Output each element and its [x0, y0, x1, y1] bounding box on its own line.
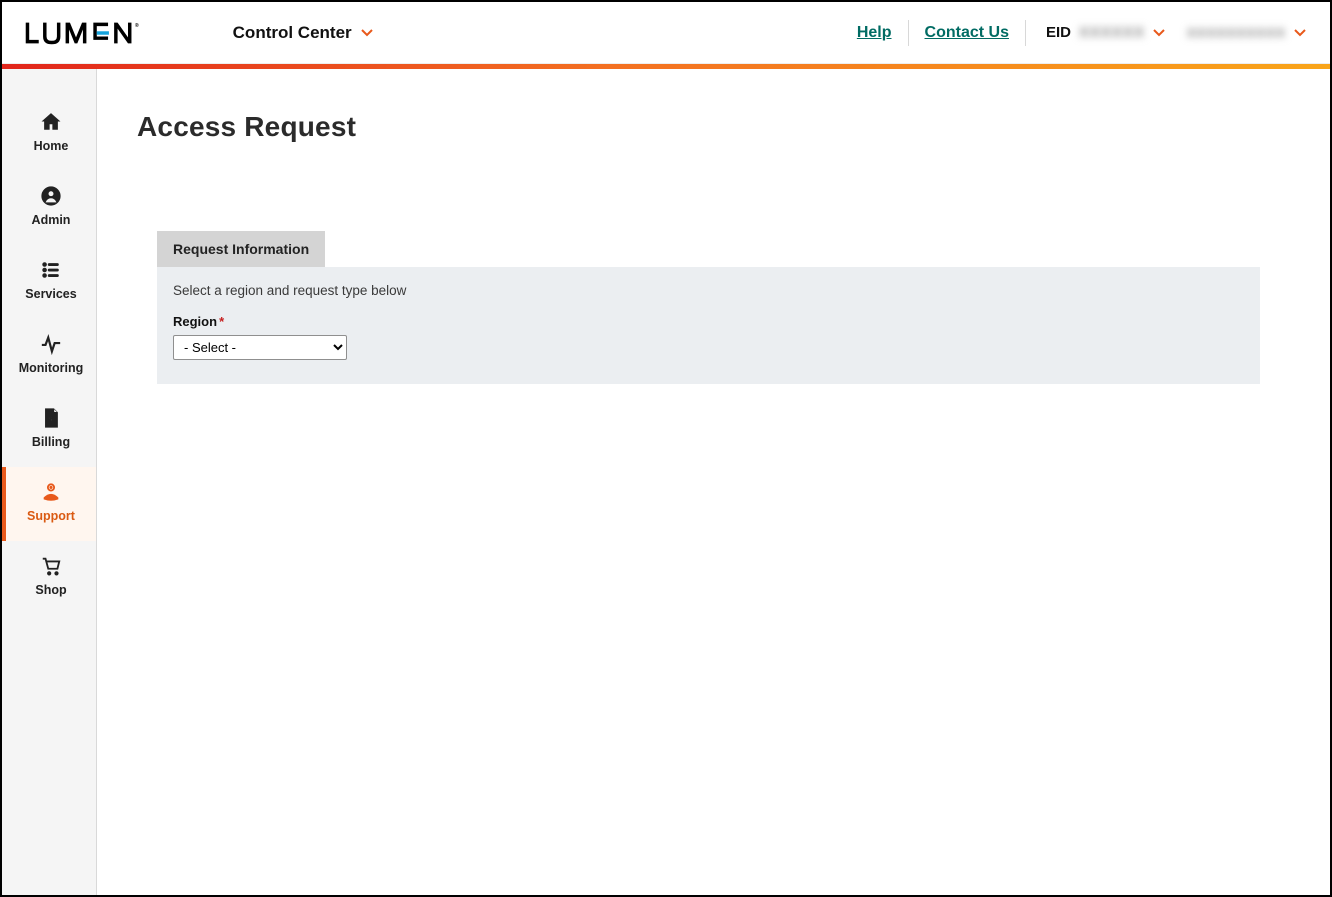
sidebar-item-label: Home	[34, 139, 69, 153]
form-panel-wrap: Request Information Select a region and …	[137, 231, 1290, 384]
sidebar-item-monitoring[interactable]: Monitoring	[2, 319, 96, 393]
sidebar-item-billing[interactable]: $≡ Billing	[2, 393, 96, 467]
sidebar-item-admin[interactable]: Admin	[2, 171, 96, 245]
sidebar-item-home[interactable]: Home	[2, 97, 96, 171]
sidebar-item-label: Shop	[35, 583, 66, 597]
required-marker: *	[219, 314, 224, 329]
sidebar-item-label: Services	[25, 287, 76, 301]
chevron-down-icon	[1294, 29, 1306, 37]
header-links: Help Contact Us EID XXXXXX xxxxxxxxxx	[841, 20, 1306, 46]
help-link[interactable]: Help	[841, 24, 908, 42]
region-select[interactable]: - Select -	[173, 335, 347, 360]
sidebar-item-label: Billing	[32, 435, 70, 449]
app-header: ® Control Center Help Contact Us EID XXX…	[2, 2, 1330, 64]
eid-prefix: EID	[1046, 24, 1071, 41]
region-label-text: Region	[173, 314, 217, 329]
workspace-switcher[interactable]: Control Center	[233, 23, 373, 43]
svg-text:®: ®	[135, 21, 142, 28]
user-circle-icon	[40, 185, 62, 207]
list-icon	[40, 259, 62, 281]
contact-us-link[interactable]: Contact Us	[909, 24, 1025, 42]
support-hand-icon	[40, 481, 62, 503]
page-content: Access Request Request Information Selec…	[97, 69, 1330, 895]
workspace-switcher-label: Control Center	[233, 23, 352, 43]
sidebar-item-label: Monitoring	[19, 361, 84, 375]
sidebar-item-label: Support	[27, 509, 75, 523]
panel-instruction: Select a region and request type below	[173, 283, 1244, 298]
sidebar-item-services[interactable]: Services	[2, 245, 96, 319]
cart-icon	[40, 555, 62, 577]
svg-text:$≡: $≡	[48, 415, 56, 424]
brand-logo: ®	[24, 20, 163, 46]
lumen-logo-icon: ®	[24, 20, 163, 46]
region-field-label: Region*	[173, 314, 1244, 329]
tab-request-information[interactable]: Request Information	[157, 231, 325, 267]
user-name: xxxxxxxxxx	[1187, 24, 1286, 42]
request-information-panel: Select a region and request type below R…	[157, 267, 1260, 384]
sidebar-item-shop[interactable]: Shop	[2, 541, 96, 615]
activity-icon	[40, 333, 62, 355]
chevron-down-icon	[361, 29, 373, 37]
home-icon	[40, 111, 62, 133]
invoice-icon: $≡	[40, 407, 62, 429]
chevron-down-icon	[1153, 29, 1165, 37]
sidebar-nav: Home Admin Services Monitoring	[2, 69, 97, 895]
page-title: Access Request	[137, 111, 1290, 143]
sidebar-item-label: Admin	[32, 213, 71, 227]
sidebar-item-support[interactable]: Support	[2, 467, 96, 541]
user-menu[interactable]: xxxxxxxxxx	[1165, 24, 1306, 42]
main-layout: Home Admin Services Monitoring	[2, 69, 1330, 895]
eid-switcher[interactable]: EID XXXXXX	[1026, 24, 1165, 41]
eid-value: XXXXXX	[1079, 24, 1145, 41]
